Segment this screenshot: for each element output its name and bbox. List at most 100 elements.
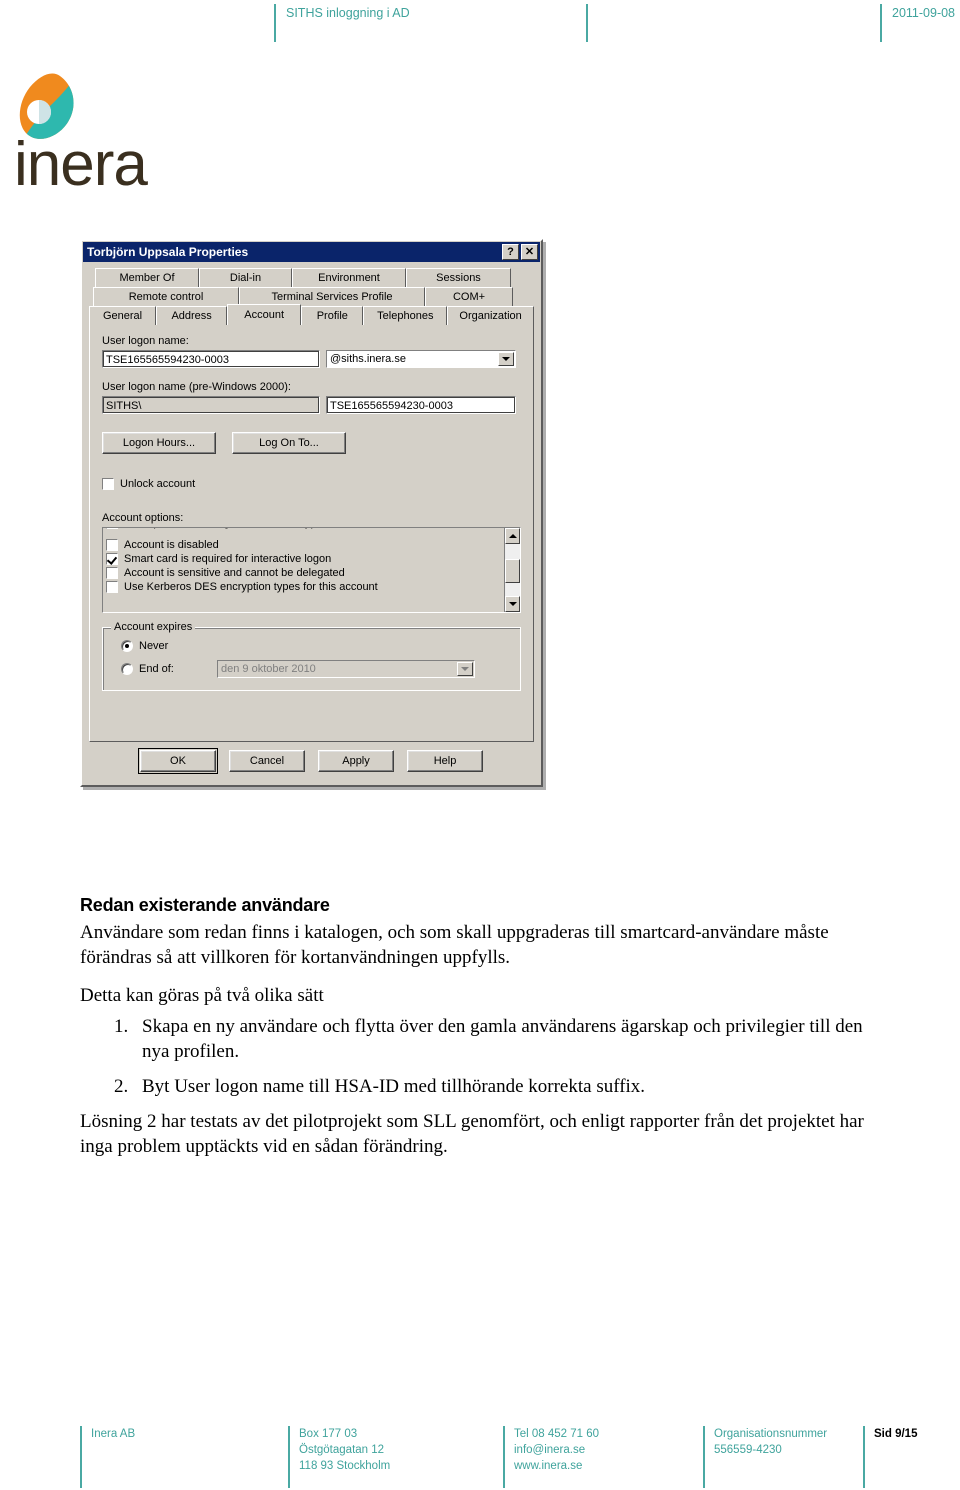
tab-account[interactable]: Account — [227, 304, 302, 325]
kerberos-des-checkbox[interactable] — [106, 581, 118, 593]
scrollbar-thumb[interactable] — [505, 558, 520, 583]
header-date: 2011-09-08 — [880, 4, 960, 42]
account-options-listbox[interactable]: Store password using reversible encrypti… — [102, 527, 521, 613]
tab-dial-in[interactable]: Dial-in — [199, 268, 292, 287]
expires-date-value: den 9 oktober 2010 — [221, 663, 316, 675]
tab-row-1: Member Of Dial-in Environment Sessions — [95, 268, 534, 287]
tab-row-2: Remote control Terminal Services Profile… — [93, 287, 534, 306]
upn-suffix-select[interactable]: @siths.inera.se — [326, 350, 516, 368]
tab-environment[interactable]: Environment — [292, 268, 406, 287]
account-option-label: Store password using reversible encrypti… — [124, 528, 334, 529]
account-option-row[interactable]: Use Kerberos DES encryption types for th… — [106, 581, 501, 593]
tab-member-of[interactable]: Member Of — [95, 268, 199, 287]
scroll-down-icon[interactable] — [505, 596, 520, 612]
expires-date-picker[interactable]: den 9 oktober 2010 — [217, 660, 475, 678]
tab-profile[interactable]: Profile — [301, 306, 364, 325]
expires-never-label: Never — [139, 640, 169, 652]
footer-company-name: Inera AB — [91, 1428, 136, 1440]
account-option-checkbox[interactable] — [106, 528, 118, 529]
apply-button[interactable]: Apply — [318, 750, 394, 772]
user-logon-name-label: User logon name: — [102, 335, 189, 347]
footer-company: Inera AB — [80, 1426, 288, 1488]
footer-contact: Tel 08 452 71 60 info@inera.se www.inera… — [503, 1426, 703, 1488]
footer-page-number: Sid 9/15 — [863, 1426, 960, 1488]
list-item-text: Skapa en ny användare och flytta över de… — [142, 1016, 863, 1062]
footer-address-line-3: 118 93 Stockholm — [299, 1460, 391, 1472]
tab-sessions[interactable]: Sessions — [406, 268, 511, 287]
list-item-number: 2. — [114, 1076, 129, 1097]
pre-windows-2000-input[interactable]: TSE165565594230-0003 — [326, 396, 516, 414]
smart-card-required-checkbox[interactable] — [106, 553, 118, 565]
expires-end-of-radio[interactable] — [121, 663, 133, 675]
help-button[interactable]: Help — [407, 750, 483, 772]
list-item: 2. Byt User logon name till HSA-ID med t… — [80, 1074, 880, 1099]
paragraph-intro: Användare som redan finns i katalogen, o… — [80, 922, 829, 968]
tab-general[interactable]: General — [89, 306, 157, 325]
log-on-to-button[interactable]: Log On To... — [232, 432, 346, 454]
expires-never-row[interactable]: Never — [121, 640, 510, 652]
dialog-button-bar: OK Cancel Apply Help — [89, 742, 534, 778]
account-tab-panel: User logon name: TSE165565594230-0003 @s… — [89, 324, 534, 742]
close-icon[interactable]: ✕ — [521, 244, 538, 260]
scroll-up-icon[interactable] — [505, 528, 520, 544]
pre-windows-2000-domain: SITHS\ — [102, 396, 320, 414]
ok-button[interactable]: OK — [138, 748, 218, 774]
account-option-row[interactable]: Account is sensitive and cannot be deleg… — [106, 567, 501, 579]
unlock-account-checkbox[interactable] — [102, 478, 114, 490]
section-heading: Redan existerande användare — [80, 895, 330, 915]
header-middle-cell — [586, 4, 880, 42]
account-option-label: Smart card is required for interactive l… — [124, 553, 332, 565]
tab-organization[interactable]: Organization — [447, 306, 534, 325]
dialog-body: Member Of Dial-in Environment Sessions R… — [82, 262, 541, 785]
inera-wordmark: inera — [14, 130, 148, 199]
upn-suffix-value: @siths.inera.se — [330, 353, 406, 365]
account-option-label: Account is sensitive and cannot be deleg… — [124, 567, 345, 579]
cancel-button[interactable]: Cancel — [229, 750, 305, 772]
list-item-number: 1. — [114, 1016, 129, 1037]
scrollbar-track[interactable] — [505, 544, 520, 596]
footer-org: Organisationsnummer 556559-4230 — [703, 1426, 863, 1488]
help-button[interactable]: ? — [502, 244, 519, 260]
expires-end-of-row[interactable]: End of: den 9 oktober 2010 — [121, 660, 510, 678]
inera-logo: inera — [8, 72, 198, 196]
user-logon-name-input[interactable]: TSE165565594230-0003 — [102, 350, 320, 368]
expires-never-radio[interactable] — [121, 640, 133, 652]
paragraph-two-ways: Detta kan göras på två olika sätt — [80, 985, 324, 1006]
account-option-row[interactable]: Smart card is required for interactive l… — [106, 553, 501, 565]
account-option-row[interactable]: Account is disabled — [106, 539, 501, 551]
list-item: 1. Skapa en ny användare och flytta över… — [80, 1014, 880, 1064]
header-document-title: SITHS inloggning i AD — [274, 4, 584, 42]
logon-hours-button[interactable]: Logon Hours... — [102, 432, 216, 454]
tab-com-plus[interactable]: COM+ — [425, 287, 513, 306]
account-options-items: Store password using reversible encrypti… — [103, 528, 504, 612]
list-item-text: Byt User logon name till HSA-ID med till… — [142, 1076, 646, 1097]
pre-windows-2000-label: User logon name (pre-Windows 2000): — [102, 381, 291, 393]
document-header: SITHS inloggning i AD 2011-09-08 — [0, 0, 960, 46]
account-option-label: Account is disabled — [124, 539, 219, 551]
footer-org-number: 556559-4230 — [714, 1444, 782, 1456]
account-is-disabled-checkbox[interactable] — [106, 539, 118, 551]
chevron-down-icon[interactable] — [498, 352, 514, 366]
footer-address-line-2: Östgötagatan 12 — [299, 1444, 385, 1456]
account-expires-label: Account expires — [111, 621, 196, 633]
account-option-row-clipped[interactable]: Store password using reversible encrypti… — [106, 528, 501, 537]
tab-telephones[interactable]: Telephones — [363, 306, 448, 325]
chevron-down-icon[interactable] — [457, 662, 473, 676]
footer-website[interactable]: www.inera.se — [514, 1458, 703, 1474]
tab-address[interactable]: Address — [156, 306, 228, 325]
account-sensitive-checkbox[interactable] — [106, 567, 118, 579]
tab-remote-control[interactable]: Remote control — [93, 287, 239, 306]
dialog-titlebar[interactable]: Torbjörn Uppsala Properties ? ✕ — [83, 242, 540, 262]
footer-address: Box 177 03 Östgötagatan 12 118 93 Stockh… — [288, 1426, 503, 1488]
footer-email[interactable]: info@inera.se — [514, 1442, 703, 1458]
footer-org-label: Organisationsnummer — [714, 1428, 828, 1440]
expires-end-of-label: End of: — [139, 663, 174, 675]
unlock-account-checkbox-row[interactable]: Unlock account — [102, 478, 521, 490]
footer-phone: Tel 08 452 71 60 — [514, 1428, 600, 1440]
unlock-account-label: Unlock account — [120, 478, 196, 490]
document-content: Redan existerande användare Användare so… — [80, 895, 880, 1172]
tab-row-3: General Address Account Profile Telephon… — [89, 304, 534, 325]
footer-address-line-1: Box 177 03 — [299, 1428, 358, 1440]
account-options-scrollbar[interactable] — [504, 528, 520, 612]
dialog-title: Torbjörn Uppsala Properties — [87, 245, 249, 259]
